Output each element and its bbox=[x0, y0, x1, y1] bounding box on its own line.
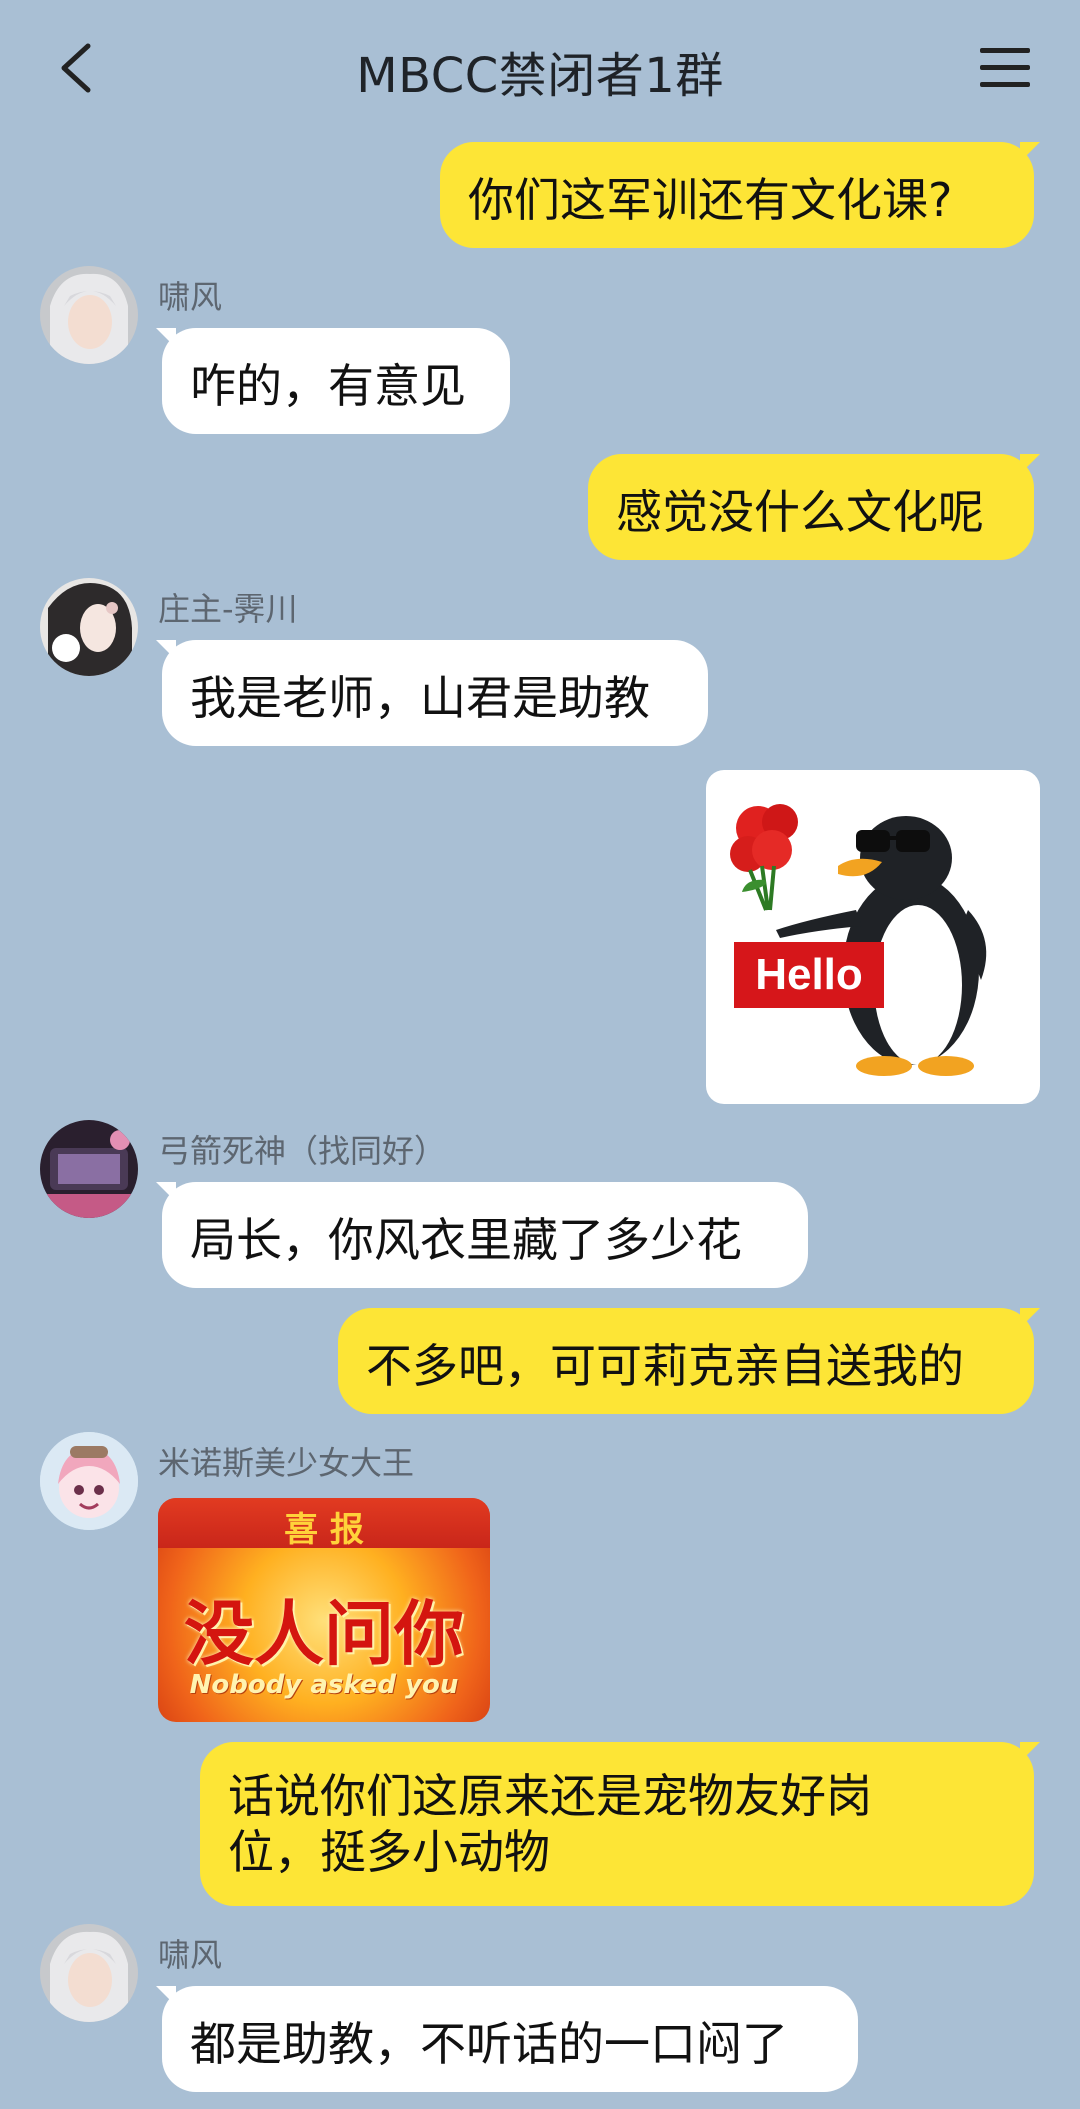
nobody-asked-you-sticker[interactable]: 喜 报 没人问你 Nobody asked you bbox=[158, 1498, 490, 1722]
sender-name: 庄主-霁川 bbox=[158, 590, 298, 628]
sender-name: 啸风 bbox=[158, 1936, 223, 1974]
bubble-tail bbox=[1020, 1742, 1040, 1762]
message-text: 感觉没什么文化呢 bbox=[616, 485, 984, 539]
menu-button[interactable] bbox=[980, 46, 1030, 90]
message-bubble[interactable]: 局长，你风衣里藏了多少花 bbox=[156, 1182, 808, 1288]
penguin-hello-sticker[interactable]: Hello bbox=[706, 770, 1040, 1104]
bubble-tail bbox=[1020, 142, 1040, 162]
avatar[interactable] bbox=[40, 1120, 138, 1218]
sender-name: 米诺斯美少女大王 bbox=[158, 1444, 415, 1482]
hamburger-menu-icon bbox=[980, 48, 1030, 87]
message-text: 局长，你风衣里藏了多少花 bbox=[190, 1213, 742, 1267]
avatar-image bbox=[40, 266, 138, 364]
sticker-sub-text: Nobody asked you bbox=[189, 1670, 459, 1700]
avatar[interactable] bbox=[40, 1924, 138, 2022]
rose-bouquet-icon bbox=[730, 804, 798, 911]
avatar-image bbox=[40, 578, 138, 676]
message-text: 都是助教，不听话的一口闷了 bbox=[190, 2017, 788, 2071]
avatar-image bbox=[40, 1120, 138, 1218]
message-bubble[interactable]: 我是老师，山君是助教 bbox=[156, 640, 708, 746]
bubble-tail bbox=[1020, 1308, 1040, 1328]
bubble-tail bbox=[1020, 454, 1040, 474]
sender-name: 弓箭死神（找同好） bbox=[158, 1132, 447, 1170]
avatar[interactable] bbox=[40, 1432, 138, 1530]
message-bubble[interactable]: 咋的，有意见 bbox=[156, 328, 510, 434]
message-bubble[interactable]: 感觉没什么文化呢 bbox=[588, 454, 1040, 560]
bubble-tail bbox=[156, 328, 176, 348]
avatar[interactable] bbox=[40, 578, 138, 676]
bubble-tail bbox=[156, 640, 176, 660]
message-bubble[interactable]: 不多吧，可可莉克亲自送我的 bbox=[338, 1308, 1040, 1414]
message-text: 我是老师，山君是助教 bbox=[190, 671, 650, 725]
sticker-top-text: 喜 报 bbox=[284, 1510, 364, 1550]
message-bubble[interactable]: 都是助教，不听话的一口闷了 bbox=[156, 1986, 858, 2092]
chat-header: MBCC禁闭者1群 bbox=[0, 0, 1080, 140]
sticker-main-text: 没人问你 bbox=[184, 1593, 464, 1675]
sender-name: 啸风 bbox=[158, 278, 223, 316]
avatar-image bbox=[40, 1924, 138, 2022]
message-bubble[interactable]: 你们这军训还有文化课? bbox=[440, 142, 1040, 248]
message-text: 不多吧，可可莉克亲自送我的 bbox=[366, 1339, 964, 1393]
avatar-image bbox=[40, 1432, 138, 1530]
bubble-tail bbox=[156, 1182, 176, 1202]
avatar[interactable] bbox=[40, 266, 138, 364]
chat-title: MBCC禁闭者1群 bbox=[356, 48, 724, 104]
sticker-caption: Hello bbox=[755, 950, 863, 999]
penguin-image bbox=[730, 804, 987, 1076]
bubble-tail bbox=[156, 1986, 176, 2006]
message-text: 你们这军训还有文化课? bbox=[468, 173, 953, 227]
message-text: 话说你们这原来还是宠物友好岗位，挺多小动物 bbox=[228, 1769, 872, 1879]
message-bubble[interactable]: 话说你们这原来还是宠物友好岗位，挺多小动物 bbox=[200, 1742, 1040, 1906]
message-text: 咋的，有意见 bbox=[190, 359, 466, 413]
